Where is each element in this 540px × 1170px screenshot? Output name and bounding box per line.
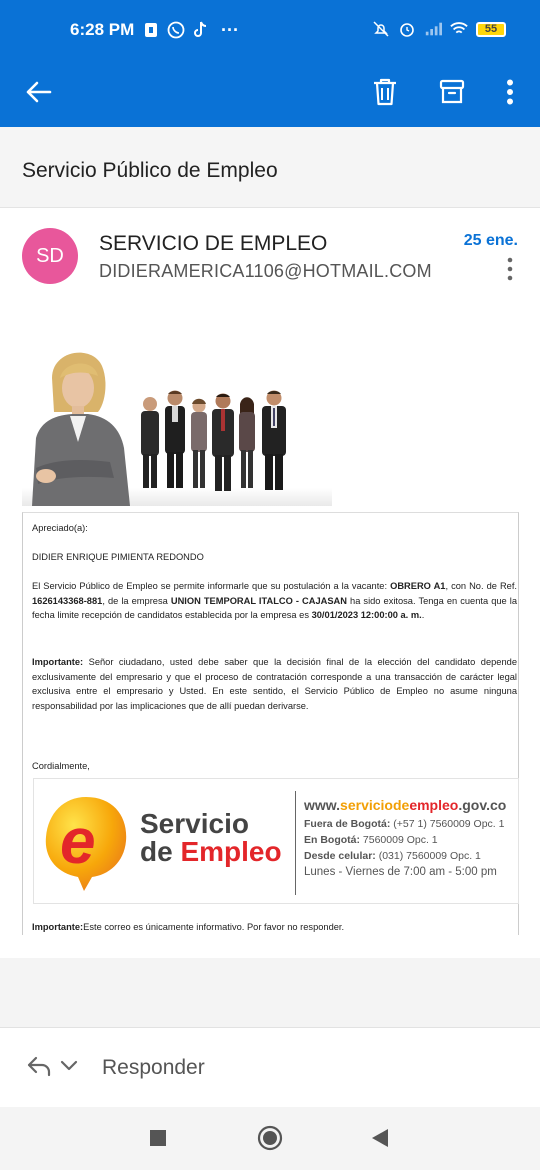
archive-icon [439,79,465,104]
wifi-icon [450,20,468,38]
subject-bar: Servicio Público de Empleo [0,127,540,208]
whatsapp-icon [167,21,185,39]
battery-icon: 55 [476,21,506,37]
status-time: 6:28 PM [70,20,135,39]
toolbar [0,62,540,127]
phone-outside-bogota: Fuera de Bogotá: (+57 1) 7560009 Opc. 1 [304,818,505,830]
reply-icon[interactable] [26,1055,52,1077]
more-vert-icon [507,79,513,105]
recipient-email[interactable]: DIDIERAMERICA1106@HOTMAIL.COM [99,261,432,282]
sender-name[interactable]: SERVICIO DE EMPLEO [99,232,327,256]
recipient-name-text: DIDIER ENRIQUE PIMIENTA REDONDO [32,552,204,562]
greeting-text: Apreciado(a): [32,523,88,533]
mute-icon [372,20,390,38]
signal-icon [424,20,442,38]
logo-divider [295,791,296,895]
back-nav-icon[interactable] [371,1128,389,1148]
notification-paragraph: El Servicio Público de Empleo se permite… [32,581,517,620]
contact-info: www.serviciodeempleo.gov.co Fuera de Bog… [304,797,514,880]
company-name: UNION TEMPORAL ITALCO - CAJASAN [170,595,347,606]
reply-button[interactable]: Responder [102,1056,205,1080]
svg-text:e: e [60,805,96,877]
more-notifications: ··· [221,19,239,40]
phone-bogota: En Bogotá: 7560009 Opc. 1 [304,834,438,846]
logo-text-empleo: de Empleo [140,836,282,867]
chevron-down-icon[interactable] [60,1060,78,1072]
logo-text-servicio: Servicio [140,808,249,839]
recents-icon[interactable] [149,1129,167,1147]
more-vert-icon [507,257,513,281]
delete-button[interactable] [363,70,407,114]
reference-number: 1626143368-881 [32,595,103,606]
important-paragraph: Importante: Señor ciudadano, usted debe … [32,657,517,711]
servicio-empleo-logo-block: e Servicio de Empleo www.serviciodeemple… [33,778,519,904]
servicio-empleo-logo: e [45,797,127,891]
office-hours: Lunes - Viernes de 7:00 am - 5:00 pm [304,866,497,878]
alarm-icon [398,20,416,38]
archive-button[interactable] [430,70,474,114]
email-subject: Servicio Público de Empleo [22,159,278,182]
closing-text: Cordialmente, [32,761,90,771]
disclaimer-text: Importante:Este correo es únicamente inf… [32,922,345,932]
more-options-button[interactable] [488,70,532,114]
message-card: SD SERVICIO DE EMPLEO DIDIERAMERICA1106@… [0,208,540,958]
message-date: 25 ene. [463,232,518,249]
website-link[interactable]: www.serviciodeempleo.gov.co [304,797,514,813]
home-icon[interactable] [257,1125,283,1151]
vacancy-name: OBRERO A1 [390,581,446,591]
back-arrow-icon [26,81,52,103]
email-body: Apreciado(a): DIDIER ENRIQUE PIMIENTA RE… [22,512,519,935]
avatar[interactable]: SD [22,228,78,284]
business-people-image [22,338,332,506]
system-nav-bar [0,1107,540,1170]
tiktok-icon [192,21,210,39]
phone-mobile: Desde celular: (031) 7560009 Opc. 1 [304,850,481,862]
back-button[interactable] [16,70,60,114]
sim-icon [142,21,160,39]
deadline-date: 30/01/2023 12:00:00 a. m. [311,610,422,620]
delete-icon [374,78,396,106]
status-bar: 6:28 PM ··· 55 [0,0,540,62]
message-more-button[interactable] [500,256,520,282]
reply-bar[interactable]: Responder [0,1027,540,1108]
